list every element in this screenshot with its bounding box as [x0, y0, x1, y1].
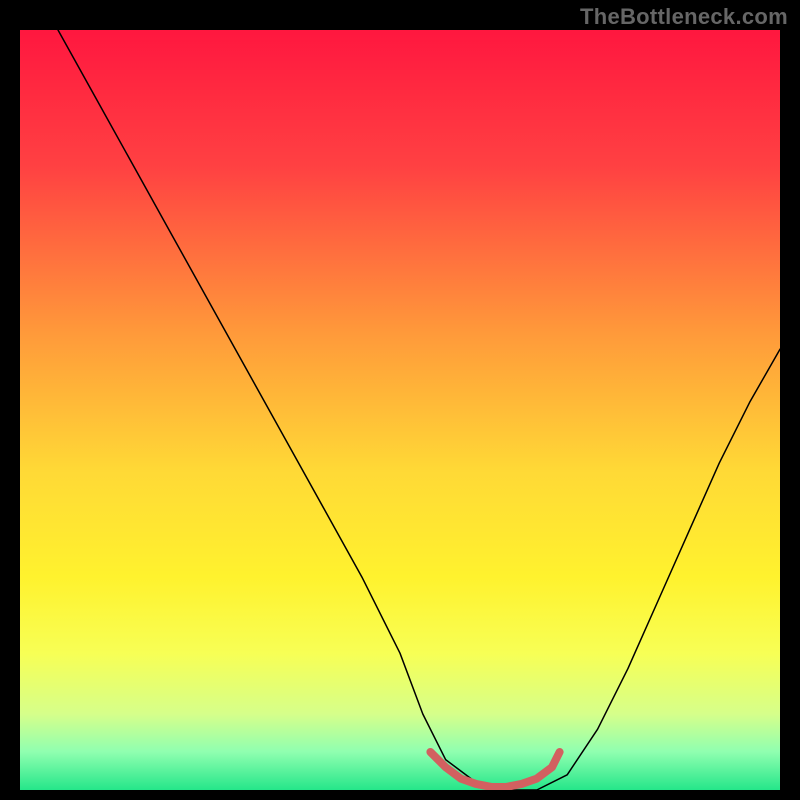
- gradient-background: [20, 30, 780, 790]
- chart-frame: TheBottleneck.com: [0, 0, 800, 800]
- plot-area: [20, 30, 780, 790]
- chart-svg: [20, 30, 780, 790]
- watermark-text: TheBottleneck.com: [580, 4, 788, 30]
